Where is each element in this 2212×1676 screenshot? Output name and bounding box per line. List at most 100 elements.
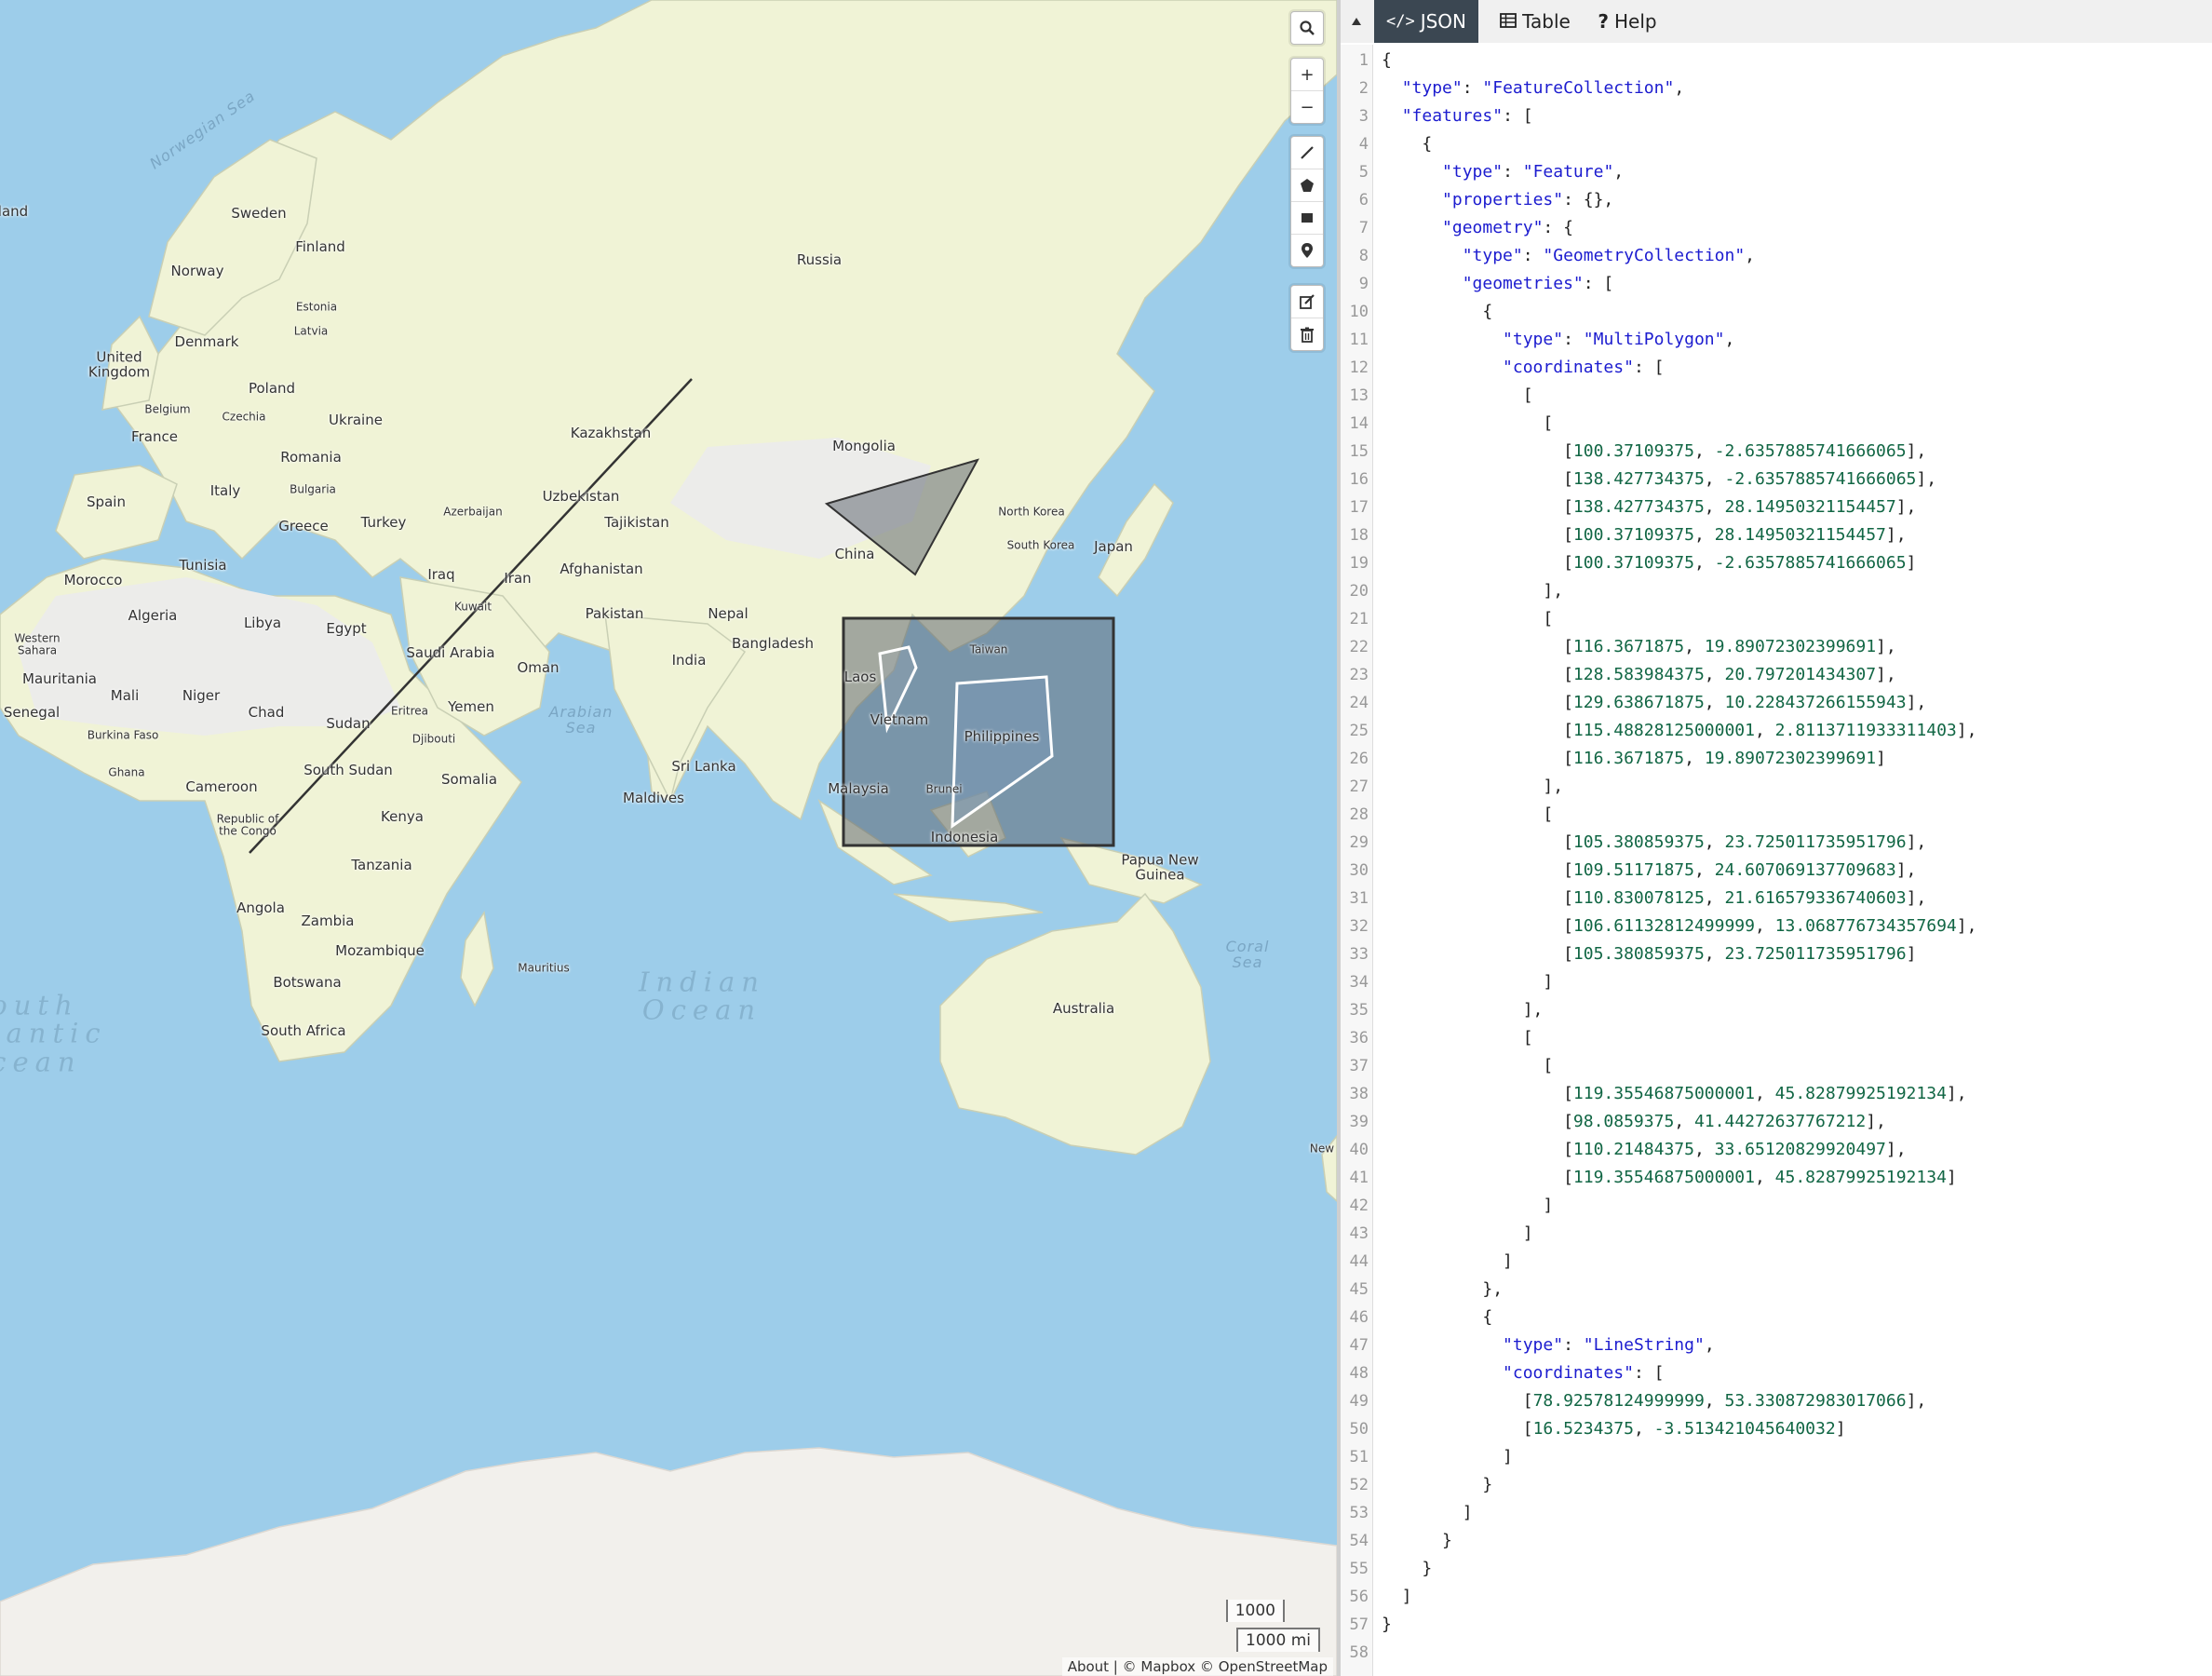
zoom-in-button[interactable]: + — [1291, 59, 1323, 90]
code-line[interactable]: [16.5234375, -3.513421045640032] — [1382, 1415, 1846, 1443]
code-line[interactable]: [100.37109375, -2.6357885741666065], — [1382, 438, 1926, 466]
line-number: 54 — [1349, 1532, 1369, 1550]
code-line[interactable]: ] — [1382, 1248, 1513, 1276]
code-line[interactable]: ], — [1382, 996, 1544, 1024]
code-line[interactable]: ] — [1382, 968, 1553, 996]
trash-icon[interactable] — [1291, 318, 1323, 350]
code-line[interactable]: ] — [1382, 1192, 1553, 1220]
country-label: Mauritania — [22, 670, 97, 688]
code-line[interactable]: "type": "FeatureCollection", — [1382, 74, 1684, 102]
zoom-control: + − — [1290, 58, 1324, 124]
line-number: 12 — [1349, 358, 1369, 377]
code-line[interactable]: [110.21484375, 33.65120829920497], — [1382, 1136, 1907, 1164]
code-line[interactable]: [115.48828125000001, 2.8113711933311403]… — [1382, 717, 1976, 745]
tab-table[interactable]: Table — [1490, 0, 1581, 43]
country-label: Azerbaijan — [443, 505, 503, 519]
search-control[interactable] — [1290, 11, 1324, 45]
code-line[interactable]: [78.92578124999999, 53.330872983017066], — [1382, 1387, 1927, 1415]
code-line[interactable]: [ — [1382, 801, 1553, 829]
country-label: Afghanistan — [560, 561, 643, 578]
code-line[interactable]: { — [1382, 47, 1392, 74]
drawn-features-layer[interactable] — [0, 0, 1337, 1676]
code-line[interactable]: ] — [1382, 1443, 1513, 1471]
code-line[interactable]: [ — [1382, 410, 1553, 438]
code-line[interactable]: [119.35546875000001, 45.82879925192134] — [1382, 1164, 1957, 1192]
country-label: Zambia — [301, 912, 355, 930]
line-number: 24 — [1349, 694, 1369, 712]
country-label: Iraq — [427, 566, 455, 584]
country-label: Oman — [517, 659, 560, 677]
code-line[interactable]: ], — [1382, 773, 1563, 801]
code-line[interactable]: [109.51171875, 24.607069137709683], — [1382, 857, 1916, 885]
code-line[interactable]: [105.380859375, 23.725011735951796] — [1382, 940, 1916, 968]
line-number: 34 — [1349, 973, 1369, 992]
tab-help[interactable]: ? Help — [1588, 0, 1666, 43]
map-view[interactable]: Sweden Finland Norway Estonia Latvia Denmark U… — [0, 0, 1337, 1676]
country-label: Sudan — [326, 715, 371, 733]
code-line[interactable]: [116.3671875, 19.89072302399691] — [1382, 745, 1886, 773]
code-line[interactable]: } — [1382, 1611, 1392, 1639]
country-label: France — [131, 428, 178, 446]
code-line[interactable]: "geometries": [ — [1382, 270, 1614, 298]
draw-rectangle-icon[interactable] — [1291, 201, 1323, 234]
edit-icon[interactable] — [1291, 286, 1323, 318]
code-line[interactable]: "type": "GeometryCollection", — [1382, 242, 1755, 270]
code-line[interactable]: ] — [1382, 1583, 1412, 1611]
code-line[interactable]: } — [1382, 1555, 1432, 1583]
search-icon[interactable] — [1291, 12, 1323, 44]
code-line[interactable]: { — [1382, 1304, 1492, 1331]
json-editor[interactable]: 1 2 3 4 5 6 7 8 9 10 11 12 13 14 15 16 17 18 19 20 21 22 23 24 2… — [1341, 45, 2212, 1676]
code-line[interactable]: [ — [1382, 605, 1553, 633]
draw-polygon-icon[interactable] — [1291, 169, 1323, 201]
code-line[interactable]: }, — [1382, 1276, 1503, 1304]
country-label: North Korea — [998, 505, 1065, 519]
code-line[interactable]: { — [1382, 298, 1492, 326]
code-line[interactable]: "type": "MultiPolygon", — [1382, 326, 1734, 354]
country-label: Brunei — [925, 782, 963, 796]
line-number: 4 — [1358, 135, 1369, 154]
code-line[interactable]: "coordinates": [ — [1382, 354, 1664, 382]
zoom-out-button[interactable]: − — [1291, 90, 1323, 123]
code-line[interactable]: [119.35546875000001, 45.82879925192134], — [1382, 1080, 1967, 1108]
line-number: 32 — [1349, 917, 1369, 936]
code-line[interactable]: [110.830078125, 21.616579336740603], — [1382, 885, 1926, 912]
code-line[interactable]: [138.427734375, -2.6357885741666065], — [1382, 466, 1936, 493]
code-line[interactable]: [ — [1382, 1052, 1553, 1080]
code-line[interactable]: ] — [1382, 1220, 1533, 1248]
code-line[interactable]: [116.3671875, 19.89072302399691], — [1382, 633, 1896, 661]
code-line[interactable]: [105.380859375, 23.725011735951796], — [1382, 829, 1926, 857]
code-line[interactable]: "type": "LineString", — [1382, 1331, 1715, 1359]
code-line[interactable]: [128.583984375, 20.797201434307], — [1382, 661, 1896, 689]
tab-json[interactable]: </> JSON — [1374, 0, 1478, 43]
code-line[interactable]: [ — [1382, 382, 1533, 410]
code-line[interactable]: [100.37109375, 28.14950321154457], — [1382, 521, 1907, 549]
code-line[interactable]: [129.638671875, 10.228437266155943], — [1382, 689, 1926, 717]
line-number: 14 — [1349, 414, 1369, 433]
code-line[interactable]: [100.37109375, -2.6357885741666065] — [1382, 549, 1916, 577]
code-line[interactable]: [98.0859375, 41.44272637767212], — [1382, 1108, 1886, 1136]
code-line[interactable]: [106.61132812499999, 13.068776734357694]… — [1382, 912, 1976, 940]
code-line[interactable]: [138.427734375, 28.14950321154457], — [1382, 493, 1916, 521]
map-attribution[interactable]: About | © Mapbox © OpenStreetMap — [1061, 1657, 1333, 1676]
country-label: Tajikistan — [604, 514, 669, 532]
code-line[interactable]: } — [1382, 1527, 1452, 1555]
code-line[interactable]: } — [1382, 1471, 1492, 1499]
draw-marker-icon[interactable] — [1291, 234, 1323, 266]
line-number: 50 — [1349, 1420, 1369, 1439]
line-number: 45 — [1349, 1280, 1369, 1299]
country-label: Djibouti — [411, 732, 456, 746]
code-line[interactable]: "features": [ — [1382, 102, 1533, 130]
country-label: Sri Lanka — [671, 758, 736, 776]
code-line[interactable]: "coordinates": [ — [1382, 1359, 1664, 1387]
code-line[interactable]: "properties": {}, — [1382, 186, 1613, 214]
caret-up-icon[interactable] — [1341, 0, 1372, 43]
code-line[interactable]: "geometry": { — [1382, 214, 1573, 242]
country-label: Western Sahara — [14, 631, 61, 656]
code-line[interactable]: [ — [1382, 1024, 1533, 1052]
code-line[interactable]: ], — [1382, 577, 1563, 605]
code-line[interactable]: ] — [1382, 1499, 1473, 1527]
draw-line-icon[interactable] — [1291, 137, 1323, 169]
code-line[interactable]: { — [1382, 130, 1432, 158]
code-line[interactable]: "type": "Feature", — [1382, 158, 1624, 186]
country-label: India — [671, 652, 707, 669]
